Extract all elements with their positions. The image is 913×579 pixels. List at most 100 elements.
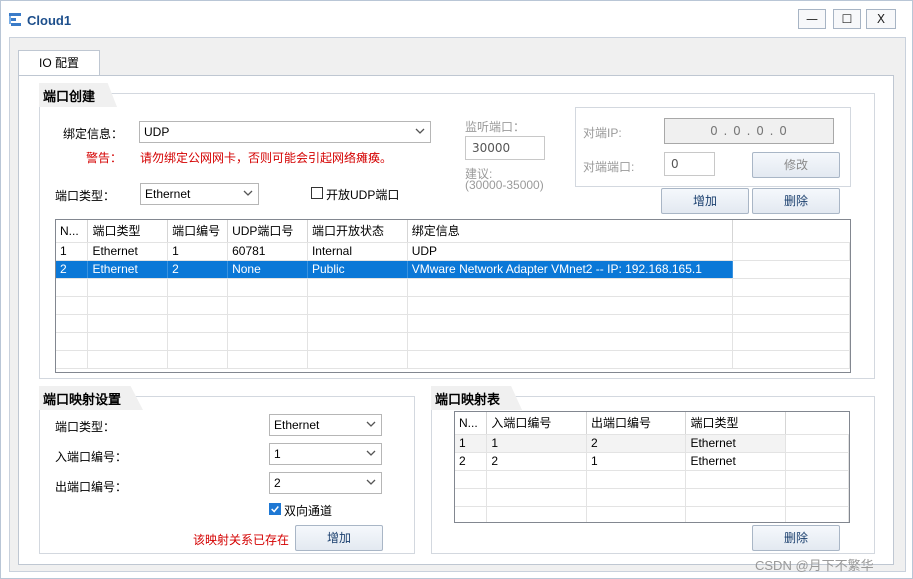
- mapping-exists-msg: 该映射关系已存在: [193, 533, 290, 547]
- cell: Internal: [307, 242, 408, 261]
- peer-port-input[interactable]: 0: [664, 152, 715, 176]
- col-port-type[interactable]: 端口类型: [87, 220, 169, 243]
- app-window: Cloud1 — ☐ X IO 配置 端口创建 绑定信息： UDP 警告： 请勿…: [0, 0, 913, 579]
- open-udp-checkbox[interactable]: [311, 187, 323, 199]
- cell: 2: [56, 260, 89, 279]
- empty-row: [455, 488, 849, 507]
- col-port-type[interactable]: 端口类型: [685, 412, 786, 435]
- cell: None: [227, 260, 308, 279]
- empty-row: [56, 296, 850, 315]
- warning-label: 警告：: [86, 151, 123, 165]
- map-port-type-label: 端口类型：: [55, 420, 116, 434]
- suggest-range: (30000-35000): [465, 178, 544, 192]
- cell: 1: [586, 452, 687, 471]
- check-icon: [271, 506, 279, 513]
- empty-row: [455, 506, 849, 522]
- col-filler: [732, 220, 850, 243]
- port-table[interactable]: N... 端口类型 端口编号 UDP端口号 端口开放状态 绑定信息 1 Ethe…: [55, 219, 851, 373]
- out-port-select[interactable]: 2: [269, 472, 382, 494]
- out-port-value: 2: [274, 476, 281, 490]
- open-udp-label: 开放UDP端口: [326, 188, 400, 202]
- mapping-settings-title: 端口映射设置: [39, 386, 144, 410]
- port-table-header: N... 端口类型 端口编号 UDP端口号 端口开放状态 绑定信息: [56, 220, 850, 243]
- col-open-state[interactable]: 端口开放状态: [307, 220, 408, 243]
- peer-ip-input[interactable]: 0 . 0 . 0 . 0: [664, 118, 834, 144]
- delete-port-button[interactable]: 删除: [752, 188, 840, 214]
- cell: [732, 260, 850, 279]
- chevron-down-icon: [243, 190, 253, 196]
- col-udp-port[interactable]: UDP端口号: [227, 220, 308, 243]
- cell: Ethernet: [87, 260, 169, 279]
- minimize-button[interactable]: —: [798, 9, 826, 29]
- close-button[interactable]: X: [866, 9, 896, 29]
- empty-row: [56, 314, 850, 333]
- cell: [732, 242, 850, 261]
- chevron-down-icon: [415, 128, 425, 134]
- cell: 1: [167, 242, 229, 261]
- watermark: CSDN @月下不繁华: [755, 558, 874, 573]
- port-type-value: Ethernet: [145, 187, 191, 201]
- add-port-button[interactable]: 增加: [661, 188, 749, 214]
- col-no[interactable]: N...: [56, 220, 89, 243]
- cell: 2: [167, 260, 229, 279]
- warning-text: 请勿绑定公网网卡，否则可能会引起网络瘫痪。: [140, 151, 393, 165]
- chevron-down-icon: [366, 421, 376, 427]
- cell: Ethernet: [685, 452, 786, 471]
- port-type-select[interactable]: Ethernet: [140, 183, 259, 205]
- chevron-down-icon: [366, 479, 376, 485]
- col-port-no[interactable]: 端口编号: [167, 220, 229, 243]
- cell: 1: [56, 242, 89, 261]
- bind-info-value: UDP: [144, 125, 170, 139]
- cloud-app-icon: [9, 13, 21, 26]
- title-bar[interactable]: Cloud1 — ☐ X: [1, 1, 912, 39]
- tab-panel: 端口创建 绑定信息： UDP 警告： 请勿绑定公网网卡，否则可能会引起网络瘫痪。…: [18, 75, 894, 565]
- cell: Public: [307, 260, 408, 279]
- cell: 2: [455, 452, 488, 471]
- col-bind-info[interactable]: 绑定信息: [407, 220, 734, 243]
- table-row-selected[interactable]: 2 Ethernet 2 None Public VMware Network …: [56, 260, 850, 279]
- window-client: IO 配置 端口创建 绑定信息： UDP 警告： 请勿绑定公网网卡，否则可能会引…: [9, 37, 906, 572]
- cell: [785, 452, 849, 471]
- window-title: Cloud1: [27, 13, 72, 28]
- cell: 2: [486, 452, 587, 471]
- port-create-title: 端口创建: [39, 83, 118, 107]
- map-port-type-select[interactable]: Ethernet: [269, 414, 382, 436]
- col-in-port[interactable]: 入端口编号: [486, 412, 587, 435]
- cell: Ethernet: [685, 434, 786, 453]
- mapping-table-header: N... 入端口编号 出端口编号 端口类型: [455, 412, 849, 435]
- mapping-table[interactable]: N... 入端口编号 出端口编号 端口类型 1 1 2 Ethernet 2 2…: [454, 411, 850, 523]
- cell: VMware Network Adapter VMnet2 -- IP: 192…: [407, 260, 734, 279]
- modify-button[interactable]: 修改: [752, 152, 840, 178]
- empty-row: [455, 470, 849, 489]
- table-row[interactable]: 2 2 1 Ethernet: [455, 452, 849, 471]
- bind-info-label: 绑定信息：: [63, 127, 124, 141]
- cell: UDP: [407, 242, 734, 261]
- cell: [785, 434, 849, 453]
- bidirectional-checkbox[interactable]: [269, 503, 281, 515]
- table-row[interactable]: 1 Ethernet 1 60781 Internal UDP: [56, 242, 850, 261]
- cell: 60781: [227, 242, 308, 261]
- col-no[interactable]: N...: [455, 412, 488, 435]
- col-out-port[interactable]: 出端口编号: [586, 412, 687, 435]
- chevron-down-icon: [366, 450, 376, 456]
- delete-mapping-button[interactable]: 删除: [752, 525, 840, 551]
- table-row[interactable]: 1 1 2 Ethernet: [455, 434, 849, 453]
- add-mapping-button[interactable]: 增加: [295, 525, 383, 551]
- tab-io-config[interactable]: IO 配置: [18, 50, 100, 76]
- bind-info-select[interactable]: UDP: [139, 121, 431, 143]
- cell: 2: [586, 434, 687, 453]
- listen-port-input[interactable]: 30000: [465, 136, 545, 160]
- empty-row: [56, 350, 850, 369]
- peer-port-label: 对端端口:: [583, 160, 635, 174]
- empty-row: [56, 278, 850, 297]
- bidirectional-label: 双向通道: [284, 504, 333, 518]
- listen-port-label: 监听端口：: [465, 120, 526, 134]
- map-port-type-value: Ethernet: [274, 418, 320, 432]
- port-type-label: 端口类型：: [55, 189, 116, 203]
- in-port-select[interactable]: 1: [269, 443, 382, 465]
- in-port-value: 1: [274, 447, 281, 461]
- col-filler: [785, 412, 849, 435]
- cell: 1: [486, 434, 587, 453]
- maximize-button[interactable]: ☐: [833, 9, 861, 29]
- cell: 1: [455, 434, 488, 453]
